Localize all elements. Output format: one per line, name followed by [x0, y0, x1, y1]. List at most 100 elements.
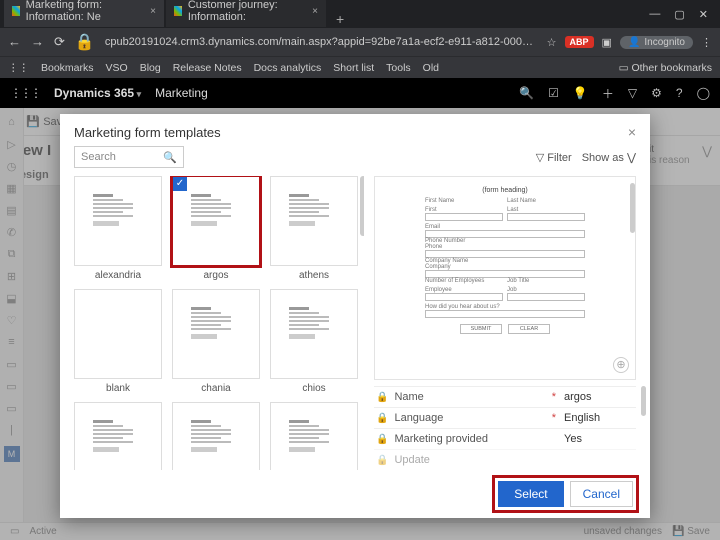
abp-badge[interactable]: ABP	[565, 36, 594, 48]
showas-label: Show as	[582, 152, 624, 164]
incognito-badge: 👤 Incognito	[620, 36, 693, 49]
apps-icon[interactable]: ⋮⋮	[8, 62, 29, 74]
favicon	[12, 6, 20, 16]
search-icon: 🔍	[163, 151, 177, 164]
template-card[interactable]: ✓argos	[172, 176, 260, 281]
filter-label: Filter	[547, 152, 571, 164]
showas-button[interactable]: Show as ⋁	[582, 151, 636, 164]
search-placeholder: Search	[81, 151, 116, 163]
prop-value: argos	[564, 391, 634, 403]
bookmark-item[interactable]: Docs analytics	[254, 62, 322, 74]
template-thumbnail	[172, 289, 260, 379]
extension-icon[interactable]: ▣	[602, 36, 612, 49]
preview-submit: SUBMIT	[460, 324, 502, 334]
template-caption: chania	[172, 379, 260, 394]
help-icon[interactable]: 💡	[573, 86, 588, 100]
prop-label: Update	[394, 454, 634, 466]
search-input[interactable]: Search 🔍	[74, 146, 184, 168]
prop-value: English	[564, 412, 634, 424]
template-card[interactable]: heraklion	[172, 402, 260, 470]
template-card[interactable]: kalamata	[270, 402, 358, 470]
zoom-icon[interactable]: ⊕	[613, 357, 629, 373]
filter-icon[interactable]: ▽	[628, 86, 637, 100]
prop-label: Name	[394, 391, 551, 403]
template-caption: athens	[270, 266, 358, 281]
bookmark-item[interactable]: Blog	[140, 62, 161, 74]
prop-label: Language	[394, 412, 551, 424]
template-card[interactable]: corfu	[74, 402, 162, 470]
close-icon[interactable]: ✕	[699, 8, 708, 21]
scrollbar[interactable]	[360, 176, 364, 236]
star-icon[interactable]: ☆	[547, 36, 557, 49]
template-thumbnail	[172, 402, 260, 470]
bookmark-item[interactable]: Release Notes	[173, 62, 242, 74]
template-card[interactable]: chania	[172, 289, 260, 394]
bookmark-item[interactable]: Bookmarks	[41, 62, 94, 74]
template-caption: blank	[74, 379, 162, 394]
menu-icon[interactable]: ⋮	[701, 36, 712, 49]
preview-label: Last Name	[507, 198, 585, 204]
close-icon[interactable]: ×	[312, 6, 318, 17]
close-icon[interactable]: ×	[150, 6, 156, 17]
close-icon[interactable]: ×	[628, 124, 636, 140]
template-properties: 🔒Name*argos 🔒Language*English 🔒Marketing…	[374, 386, 636, 470]
forward-icon[interactable]: →	[31, 34, 44, 50]
template-card[interactable]: chios	[270, 289, 358, 394]
lock-icon: 🔒	[376, 455, 388, 466]
add-icon[interactable]: ＋	[602, 85, 614, 102]
scrollbar[interactable]	[630, 183, 635, 233]
template-thumbnail: ✓	[172, 176, 260, 266]
new-tab-button[interactable]: +	[328, 11, 352, 27]
settings-icon[interactable]: ⚙	[651, 86, 662, 100]
preview-label: First Name	[425, 198, 503, 204]
preview-form: (form heading) First NameLast Name First…	[425, 187, 585, 334]
lock-icon: 🔒	[376, 392, 388, 403]
browser-tab[interactable]: Marketing form: Information: Ne ×	[4, 0, 164, 27]
template-card[interactable]: blank	[74, 289, 162, 394]
user-icon[interactable]: ◯	[697, 86, 710, 100]
brand-menu[interactable]: Dynamics 365	[54, 86, 141, 100]
lock-icon: 🔒	[376, 413, 388, 424]
reload-icon[interactable]: ⟳	[54, 34, 65, 50]
template-thumbnail	[74, 402, 162, 470]
other-bookmarks[interactable]: ▭ Other bookmarks	[619, 62, 712, 74]
scrollbar[interactable]	[641, 386, 646, 416]
question-icon[interactable]: ?	[676, 86, 683, 100]
assistant-icon[interactable]: ☑	[548, 86, 559, 100]
bookmark-item[interactable]: Old	[423, 62, 439, 74]
minimize-icon[interactable]: —	[649, 8, 660, 21]
preview-label: Number of Employees	[425, 278, 503, 284]
search-icon[interactable]: 🔍	[519, 86, 534, 100]
filter-button[interactable]: ▽ Filter	[536, 151, 572, 164]
back-icon[interactable]: ←	[8, 34, 21, 50]
footer-highlight: Select Cancel	[495, 478, 636, 510]
window-controls: — ▢ ✕	[637, 8, 720, 21]
app-launcher-icon[interactable]: ⋮⋮⋮	[10, 86, 40, 100]
select-button[interactable]: Select	[498, 481, 563, 507]
template-caption: alexandria	[74, 266, 162, 281]
maximize-icon[interactable]: ▢	[674, 8, 684, 21]
bookmark-item[interactable]: VSO	[106, 62, 128, 74]
lock-icon: 🔒	[75, 32, 95, 52]
template-thumbnail	[74, 289, 162, 379]
template-card[interactable]: alexandria	[74, 176, 162, 281]
browser-titlebar: Marketing form: Information: Ne × Custom…	[0, 0, 720, 28]
template-thumbnail	[270, 289, 358, 379]
area-label[interactable]: Marketing	[155, 86, 208, 100]
template-modal: Marketing form templates × Search 🔍 ▽ Fi…	[60, 114, 650, 518]
template-preview: (form heading) First NameLast Name First…	[374, 176, 636, 470]
template-thumbnail	[74, 176, 162, 266]
favicon	[174, 6, 182, 16]
preview-clear: CLEAR	[508, 324, 550, 334]
address-bar[interactable]: cpub20191024.crm3.dynamics.com/main.aspx…	[105, 36, 537, 48]
template-card[interactable]: athens	[270, 176, 358, 281]
cancel-button[interactable]: Cancel	[570, 481, 633, 507]
template-thumbnail	[270, 402, 358, 470]
bookmark-item[interactable]: Tools	[386, 62, 411, 74]
prop-label: Marketing provided	[394, 433, 564, 445]
browser-tab[interactable]: Customer journey: Information: ×	[166, 0, 326, 27]
bookmark-item[interactable]: Short list	[333, 62, 374, 74]
dynamics-topbar: ⋮⋮⋮ Dynamics 365 Marketing 🔍 ☑ 💡 ＋ ▽ ⚙ ?…	[0, 78, 720, 108]
incognito-label: Incognito	[644, 37, 685, 48]
browser-toolbar: ← → ⟳ 🔒 cpub20191024.crm3.dynamics.com/m…	[0, 28, 720, 56]
